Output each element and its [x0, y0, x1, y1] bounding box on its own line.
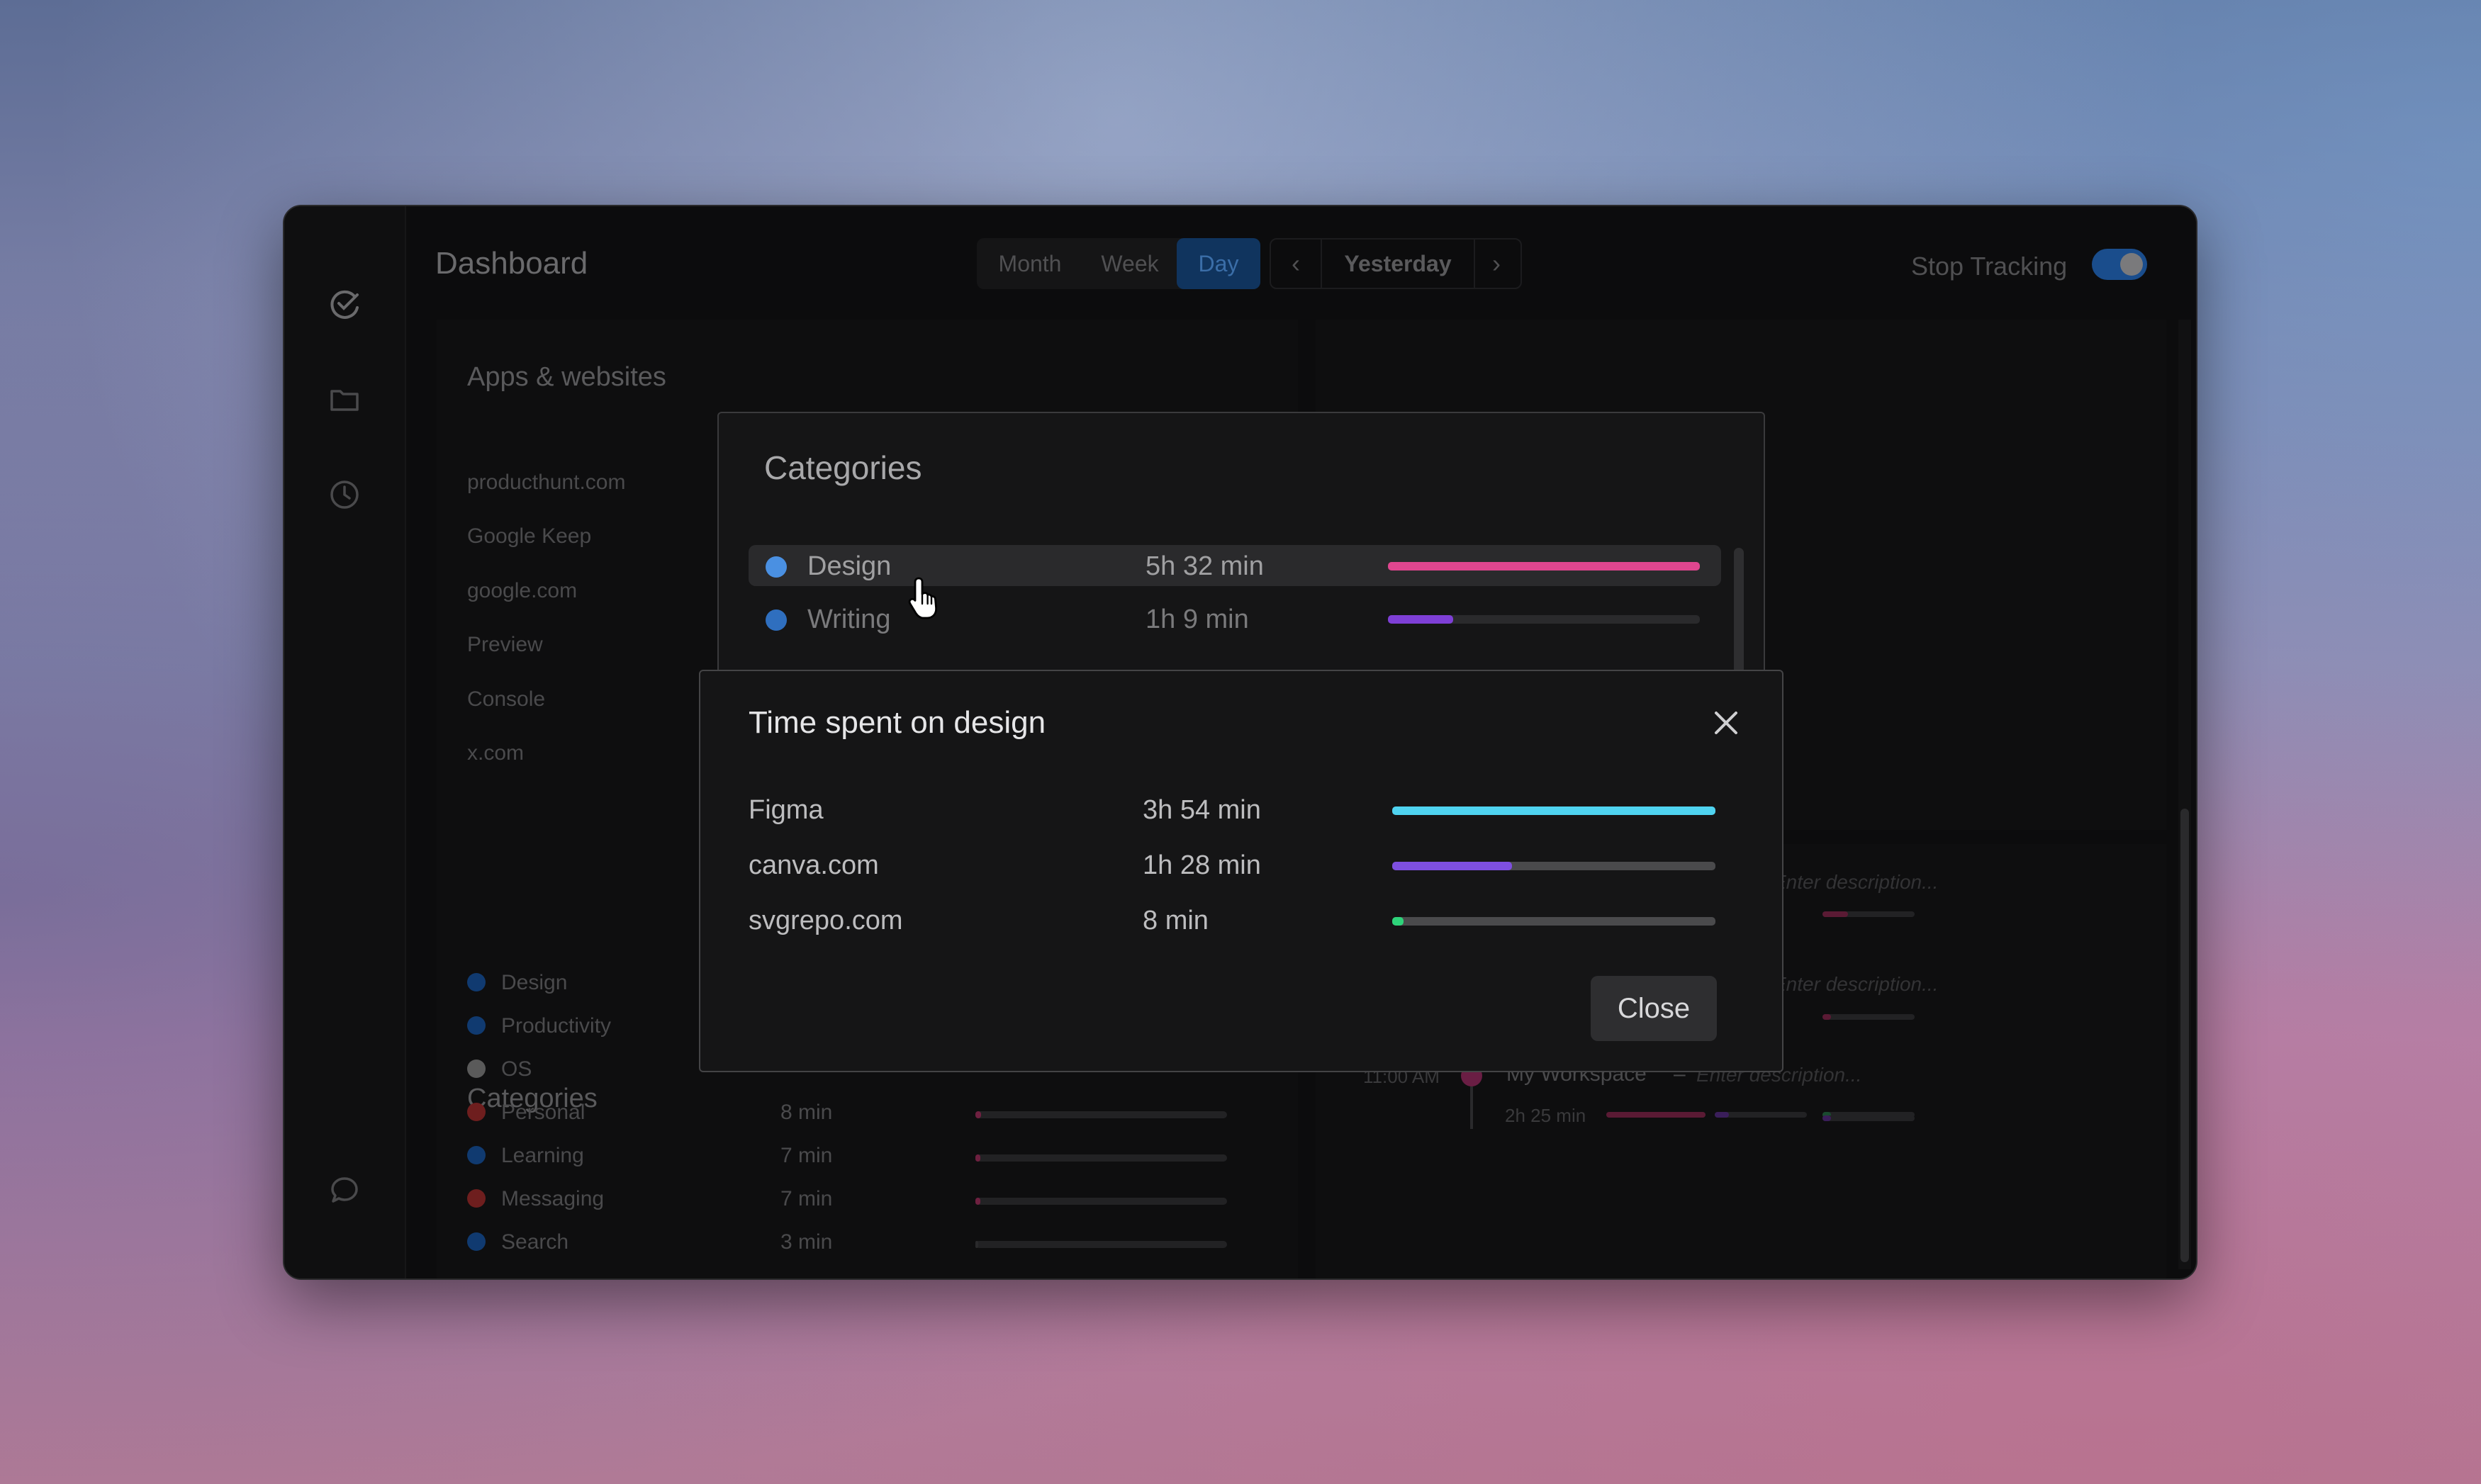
prev-day-button[interactable]: ‹ [1271, 238, 1321, 289]
tracking-toggle[interactable] [2092, 249, 2147, 280]
timeline-bar [1822, 911, 1915, 917]
app-item[interactable]: x.com [467, 741, 524, 765]
timeline-bar [1822, 1115, 1915, 1121]
app-item[interactable]: Google Keep [467, 524, 591, 549]
apps-panel-title: Apps & websites [467, 362, 666, 392]
category-bar-fill [975, 1111, 981, 1118]
segment-day[interactable]: Day [1177, 238, 1260, 289]
timeline-bar [1822, 1014, 1915, 1020]
category-name[interactable]: Writing [807, 605, 891, 635]
app-time: 1h 28 min [1143, 850, 1261, 880]
app-bar-fill [1392, 917, 1404, 926]
category-bar [975, 1111, 1227, 1118]
app-name: canva.com [749, 850, 879, 880]
app-item[interactable]: google.com [467, 579, 577, 603]
toggle-knob [2120, 253, 2143, 276]
category-item[interactable]: Personal [501, 1101, 585, 1125]
category-name: Design [807, 551, 892, 581]
category-item[interactable]: Learning [501, 1144, 584, 1168]
timeline-line [1470, 1086, 1473, 1129]
category-dot [467, 1059, 486, 1078]
category-time: 1h 9 min [1146, 605, 1249, 634]
category-color-dot [766, 609, 787, 631]
category-bar-fill [975, 1154, 980, 1162]
scrollbar-thumb[interactable] [2180, 809, 2189, 1262]
dashboard-icon[interactable] [320, 280, 369, 330]
category-dot [467, 1146, 486, 1164]
category-item[interactable]: Search [501, 1230, 569, 1254]
category-bar [1388, 615, 1700, 624]
segment-month[interactable]: Month [977, 238, 1083, 289]
category-dot [467, 1103, 486, 1121]
category-time: 7 min [780, 1144, 833, 1167]
timeline-bar [1715, 1112, 1807, 1118]
category-item[interactable]: Design [501, 971, 567, 995]
dialog-title: Time spent on design [749, 705, 1046, 740]
chat-icon[interactable] [320, 1165, 369, 1215]
category-color-dot [766, 556, 787, 578]
category-bar-fill [1388, 562, 1700, 570]
date-label: Yesterday [1321, 238, 1475, 289]
category-time: 7 min [780, 1187, 833, 1210]
app-item[interactable]: Preview [467, 633, 543, 657]
category-dot [467, 1189, 486, 1208]
stop-tracking-label: Stop Tracking [1911, 252, 2068, 281]
timeline-description-input[interactable]: Enter description... [1773, 973, 1938, 996]
timeline-description-input[interactable]: Enter description... [1773, 871, 1938, 894]
app-time: 8 min [1143, 906, 1209, 935]
app-name: Figma [749, 795, 824, 825]
app-bar-fill [1392, 806, 1715, 815]
categories-dialog: Categories Design 5h 32 min Writing 1h 9… [717, 412, 1765, 709]
sidebar [284, 206, 406, 1278]
category-bar-fill [975, 1198, 980, 1205]
app-bar [1392, 862, 1715, 870]
close-icon[interactable] [1708, 705, 1744, 741]
category-time: 3 min [780, 1230, 833, 1254]
categories-dialog-title: Categories [764, 449, 922, 486]
timeline-bar-fill [1822, 1014, 1831, 1020]
category-time: 5h 32 min [1146, 551, 1264, 581]
next-day-button[interactable]: › [1472, 238, 1520, 289]
category-dot [467, 1016, 486, 1035]
category-item[interactable]: Productivity [501, 1014, 611, 1038]
category-dot [467, 1232, 486, 1251]
category-time: 8 min [780, 1101, 833, 1124]
page-title: Dashboard [435, 246, 588, 281]
clock-icon[interactable] [320, 470, 369, 519]
app-bar [1392, 806, 1715, 815]
category-item[interactable]: Messaging [501, 1187, 604, 1211]
close-button[interactable]: Close [1591, 976, 1717, 1041]
category-bar-fill [975, 1241, 978, 1248]
category-dot [467, 973, 486, 991]
folder-icon[interactable] [320, 375, 369, 425]
timeline-bar-fill [1715, 1112, 1729, 1118]
timeline-duration: 2h 25 min [1505, 1105, 1586, 1126]
segment-week[interactable]: Week [1083, 238, 1177, 289]
category-bar [975, 1198, 1227, 1205]
category-bar [1388, 562, 1700, 570]
timeline-bar-fill [1822, 911, 1848, 917]
time-spent-dialog: Time spent on design Figma 3h 54 min can… [699, 670, 1783, 1072]
timeline-bar [1606, 1112, 1706, 1118]
app-name: svgrepo.com [749, 906, 903, 935]
timeline-bar-fill [1822, 1115, 1831, 1121]
app-time: 3h 54 min [1143, 795, 1261, 825]
category-bar [975, 1241, 1227, 1248]
category-item[interactable]: OS [501, 1057, 532, 1081]
timeline-bar-fill [1606, 1112, 1706, 1118]
app-item[interactable]: Console [467, 687, 545, 712]
hand-cursor-icon [906, 575, 946, 622]
category-bar [975, 1154, 1227, 1162]
app-bar [1392, 917, 1715, 926]
app-bar-fill [1392, 862, 1512, 870]
category-bar-fill [1388, 615, 1454, 624]
app-item[interactable]: producthunt.com [467, 471, 625, 495]
